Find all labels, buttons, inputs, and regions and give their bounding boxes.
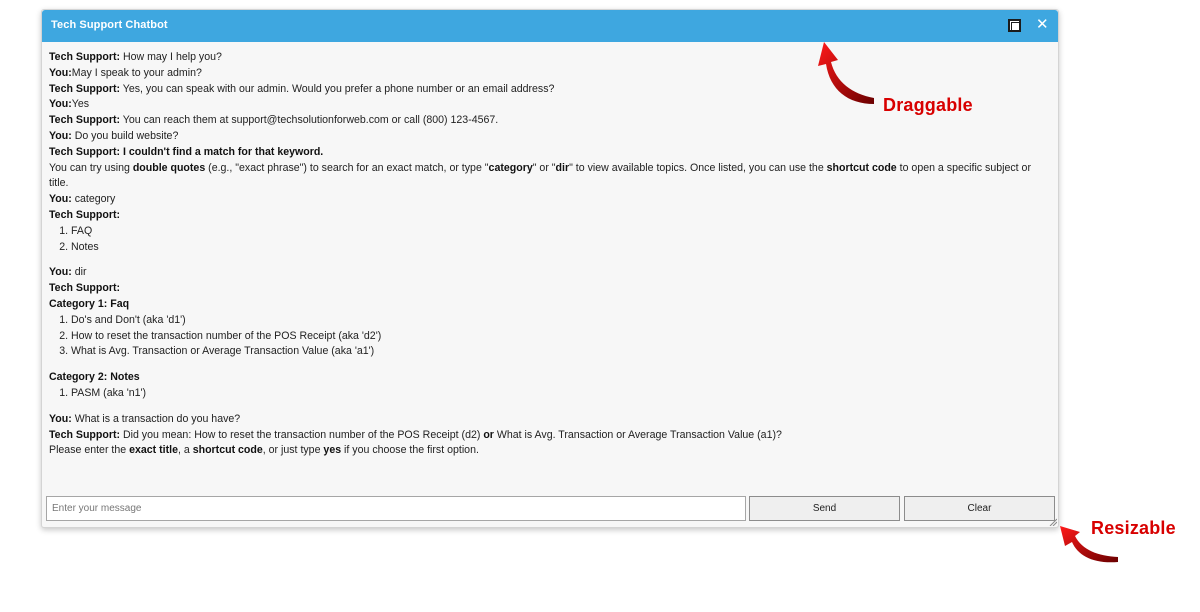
message-heading: Tech Support: I couldn't find a match fo… <box>49 145 324 158</box>
message: Tech Support: How may I help you? <box>49 50 1049 66</box>
message: You: Do you build website? <box>49 129 1049 145</box>
close-icon[interactable]: ✕ <box>1036 17 1049 32</box>
message-text: , or just type <box>262 444 324 457</box>
message-text: You can try using <box>49 161 133 174</box>
message-text: dir <box>71 266 87 279</box>
message-text: You can reach them at support@techsoluti… <box>120 114 499 127</box>
message-text: " or " <box>532 161 556 174</box>
message: Please enter the exact title, a shortcut… <box>49 443 1049 459</box>
emphasis-text: dir <box>555 161 570 174</box>
speaker-label: You: <box>49 412 72 425</box>
list-item: Notes <box>71 240 1049 256</box>
emphasis-text: shortcut code <box>826 161 897 174</box>
emphasis-text: shortcut code <box>192 444 263 457</box>
list-item: PASM (aka 'n1') <box>71 386 1049 402</box>
speaker-label: Tech Support: <box>49 208 121 221</box>
emphasis-text: exact title <box>129 444 178 457</box>
draggable-arrow-icon <box>818 42 874 104</box>
speaker-label: Tech Support: <box>49 114 121 127</box>
message-text: Do you build website? <box>71 129 179 142</box>
message-input[interactable] <box>46 496 746 521</box>
category-list: FAQ Notes <box>49 224 1049 256</box>
maximize-icon[interactable] <box>1008 19 1021 32</box>
speaker-label: You: <box>49 129 72 142</box>
message-text: if you choose the first option. <box>341 444 479 457</box>
message-text: " to view available topics. Once listed,… <box>569 161 827 174</box>
speaker-label: You: <box>49 266 72 279</box>
window-titlebar-drag-handle[interactable]: Tech Support Chatbot ✕ <box>42 10 1058 42</box>
category-title: Category 2: Notes <box>49 371 140 384</box>
composer: Send Clear <box>46 496 1055 521</box>
emphasis-text: or <box>483 428 494 441</box>
message: You: What is a transaction do you have? <box>49 412 1049 428</box>
message-log: Tech Support: How may I help you? You:Ma… <box>49 50 1049 490</box>
message-text: May I speak to your admin? <box>71 66 202 79</box>
message: Tech Support: Did you mean: How to reset… <box>49 428 1049 444</box>
category-heading: Category 1: Faq <box>49 297 1049 313</box>
message: Tech Support: <box>49 281 1049 297</box>
speaker-label: Tech Support: <box>49 282 121 295</box>
list-item: How to reset the transaction number of t… <box>71 329 1049 345</box>
clear-button[interactable]: Clear <box>904 496 1055 521</box>
message: Tech Support: I couldn't find a match fo… <box>49 145 1049 161</box>
send-button[interactable]: Send <box>749 496 900 521</box>
speaker-label: You: <box>49 66 72 79</box>
message: You:May I speak to your admin? <box>49 66 1049 82</box>
message-text: , a <box>177 444 193 457</box>
speaker-label: Tech Support: <box>49 82 121 95</box>
message-text: category <box>71 193 116 206</box>
emphasis-text: double quotes <box>132 161 206 174</box>
window-title: Tech Support Chatbot <box>51 19 168 31</box>
category-title: Category 1: Faq <box>49 297 130 310</box>
speaker-label: Tech Support: <box>49 428 121 441</box>
message-text: Did you mean: How to reset the transacti… <box>120 428 484 441</box>
message-text: How may I help you? <box>120 51 222 63</box>
list-item: What is Avg. Transaction or Average Tran… <box>71 344 1049 360</box>
message-text: What is a transaction do you have? <box>71 412 241 425</box>
notes-list: PASM (aka 'n1') <box>49 386 1049 402</box>
resizable-annotation: Resizable <box>1091 518 1176 538</box>
message-text: Please enter the <box>49 444 130 457</box>
speaker-label: Tech Support: <box>49 51 121 63</box>
message-text: Yes <box>71 98 90 111</box>
chatbot-window[interactable]: Tech Support Chatbot ✕ Tech Support: How… <box>41 9 1059 528</box>
emphasis-text: category <box>488 161 533 174</box>
faq-list: Do's and Don't (aka 'd1') How to reset t… <box>49 313 1049 360</box>
message-text: (e.g., "exact phrase") to search for an … <box>205 161 489 174</box>
emphasis-text: yes <box>323 444 342 457</box>
message: You: dir <box>49 265 1049 281</box>
message: You can try using double quotes (e.g., "… <box>49 161 1049 193</box>
speaker-label: You: <box>49 98 72 111</box>
message: You: category <box>49 192 1049 208</box>
category-heading: Category 2: Notes <box>49 370 1049 386</box>
message-text: What is Avg. Transaction or Average Tran… <box>493 428 782 441</box>
message-text: Yes, you can speak with our admin. Would… <box>120 82 555 95</box>
list-item: Do's and Don't (aka 'd1') <box>71 313 1049 329</box>
speaker-label: You: <box>49 193 72 206</box>
draggable-annotation: Draggable <box>883 95 973 115</box>
list-item: FAQ <box>71 224 1049 240</box>
message: Tech Support: <box>49 208 1049 224</box>
